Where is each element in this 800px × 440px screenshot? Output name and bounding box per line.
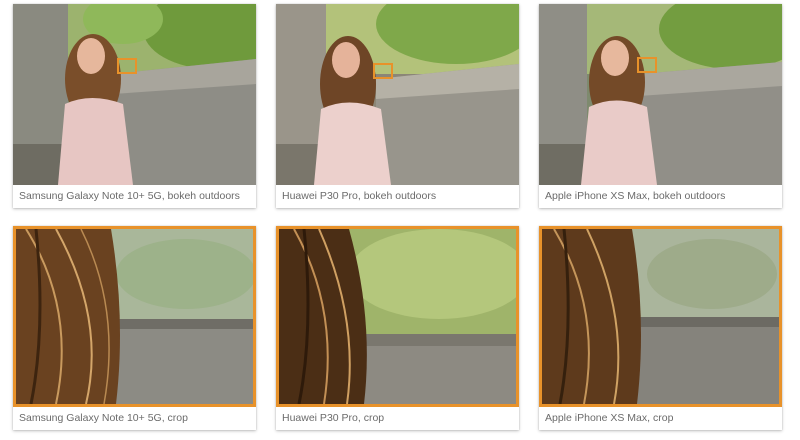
gallery-card-samsung-bokeh[interactable]: Samsung Galaxy Note 10+ 5G, bokeh outdoo… xyxy=(13,4,256,208)
photo-caption: Huawei P30 Pro, crop xyxy=(276,407,519,430)
crop-photo[interactable] xyxy=(13,226,256,407)
gallery-card-iphone-bokeh[interactable]: Apple iPhone XS Max, bokeh outdoors xyxy=(539,4,782,208)
gallery-card-iphone-crop[interactable]: Apple iPhone XS Max, crop xyxy=(539,226,782,430)
photo-caption: Apple iPhone XS Max, bokeh outdoors xyxy=(539,185,782,208)
portrait-photo[interactable] xyxy=(539,4,782,185)
photo-caption: Samsung Galaxy Note 10+ 5G, bokeh outdoo… xyxy=(13,185,256,208)
photo-caption: Samsung Galaxy Note 10+ 5G, crop xyxy=(13,407,256,430)
photo-caption: Apple iPhone XS Max, crop xyxy=(539,407,782,430)
portrait-photo[interactable] xyxy=(276,4,519,185)
crop-photo[interactable] xyxy=(276,226,519,407)
crop-photo[interactable] xyxy=(539,226,782,407)
gallery-card-huawei-bokeh[interactable]: Huawei P30 Pro, bokeh outdoors xyxy=(276,4,519,208)
gallery-card-huawei-crop[interactable]: Huawei P30 Pro, crop xyxy=(276,226,519,430)
gallery-card-samsung-crop[interactable]: Samsung Galaxy Note 10+ 5G, crop xyxy=(13,226,256,430)
portrait-photo[interactable] xyxy=(13,4,256,185)
photo-caption: Huawei P30 Pro, bokeh outdoors xyxy=(276,185,519,208)
